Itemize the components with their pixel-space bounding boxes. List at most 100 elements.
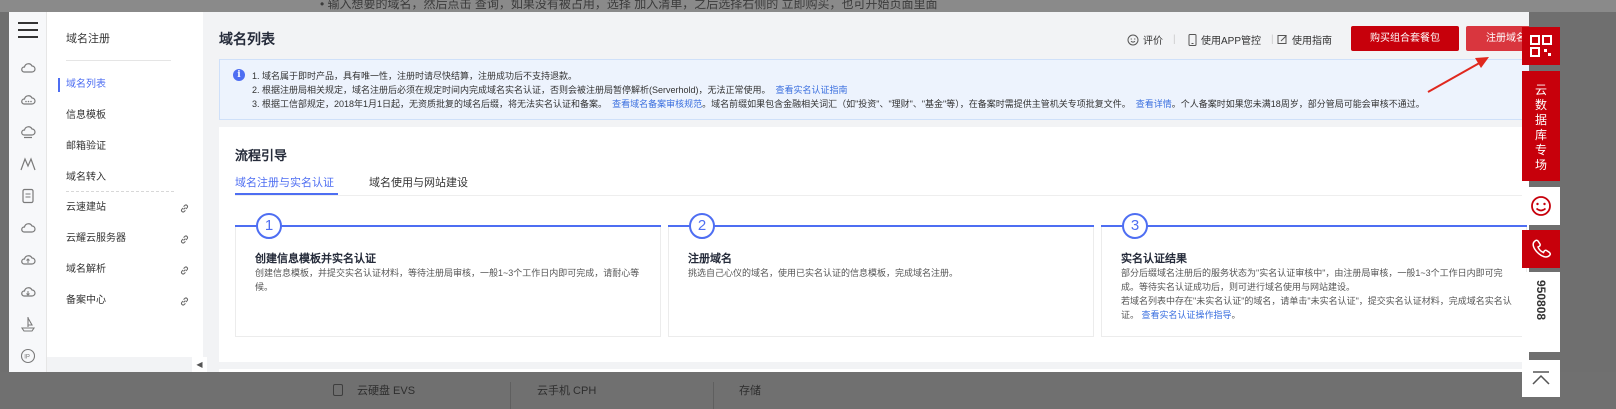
rate-link[interactable]: 评价 | <box>1127 32 1176 47</box>
cloud-icon[interactable] <box>20 60 36 76</box>
collapse-sidebar-button[interactable]: ◀ <box>192 357 207 372</box>
cloud-up-icon[interactable] <box>20 252 36 268</box>
cloud-server-icon[interactable] <box>20 124 36 140</box>
hotline-number-panel: 950808 <box>1522 272 1560 352</box>
nav-dashed-divider <box>66 191 174 192</box>
mountain-icon[interactable] <box>20 156 36 172</box>
info-icon: i <box>233 69 245 81</box>
realname-guide-link[interactable]: 查看实名认证指南 <box>776 85 848 95</box>
nav-title: 域名注册 <box>66 33 110 45</box>
cloud-outline-icon[interactable] <box>20 220 36 236</box>
notice-line-3-middle: 。域名前缀如果包含金融相关词汇（如"投资"、"理财"、"基金"等），在备案时需提… <box>702 99 1131 109</box>
nav-item-label: 域名解析 <box>66 264 106 275</box>
document-icon[interactable] <box>20 188 36 204</box>
qr-code-button[interactable] <box>1522 27 1560 65</box>
step-number: 2 <box>689 213 715 239</box>
domain-nav-sidebar: 域名注册 域名列表 信息模板 邮箱验证 域名转入 云速建站 云耀云服务器 域名解… <box>47 12 203 357</box>
nav-item-icp-center[interactable]: 备案中心 <box>66 291 192 311</box>
notice-line-1: 1. 域名属于即时产品，具有唯一性，注册时请尽快结算，注册成功后不支持退款。 <box>252 71 578 81</box>
background-card-cph: 云手机 CPH <box>537 385 597 397</box>
step-description: 挑选自己心仪的域名，使用已实名认证的信息模板，完成域名注册。 <box>688 268 959 278</box>
phone-device-icon <box>1188 33 1197 46</box>
background-divider <box>510 382 511 409</box>
background-card-storage: 存储 <box>739 385 761 397</box>
details-link[interactable]: 查看详情 <box>1136 99 1172 109</box>
realname-operation-link[interactable]: 查看实名认证操作指导 <box>1142 310 1232 320</box>
page-title: 域名列表 <box>219 31 275 47</box>
notice-line-3: 3. 根据工信部规定，2018年1月1日起，无资质批复的域名后缀，将无法实名认证… <box>252 97 1425 110</box>
cloud-dots-icon[interactable] <box>20 92 36 108</box>
annotation-arrow-icon <box>1427 57 1489 93</box>
step-card: 2 注册域名 挑选自己心仪的域名，使用已实名认证的信息模板，完成域名注册。 <box>668 213 1094 337</box>
step-number: 3 <box>1122 213 1148 239</box>
nav-divider <box>66 60 171 61</box>
background-page-top: • 输入想要的域名，然后点击 查询，如果没有被占用，选择 加入清单，之后选择右侧… <box>0 0 1616 12</box>
step-description-text: 部分后缀域名注册后的服务状态为"实名认证审核中"，由注册局审核，一般1~3个工作… <box>1121 268 1503 292</box>
page-header: 域名列表 评价 | 使用APP管控 | 使用指南 购买组合套餐包 注册域名 <box>209 12 1529 57</box>
nav-item-cloud-server[interactable]: 云耀云服务器 <box>66 229 192 249</box>
link-icon <box>180 297 189 306</box>
nav-item-info-template[interactable]: 信息模板 <box>66 106 192 126</box>
cloud-database-promo-label: 云数据库专场 <box>1534 83 1547 172</box>
header-separator: | <box>1271 34 1274 45</box>
notice-line-2: 2. 根据注册局相关规定，域名注册后必须在规定时间内完成域名实名认证，否则会被注… <box>252 83 848 96</box>
background-card-evs: 云硬盘 EVS <box>357 385 416 397</box>
step-description-tail: 。 <box>1231 310 1241 320</box>
nav-item-label: 备案中心 <box>66 295 106 306</box>
ip-icon[interactable]: IP <box>20 348 36 364</box>
smile-icon <box>1127 34 1139 45</box>
step-title: 实名认证结果 <box>1121 253 1187 265</box>
icp-review-link[interactable]: 查看域名备案审核规范 <box>612 99 702 109</box>
nav-item-dns[interactable]: 域名解析 <box>66 260 192 280</box>
nav-item-domain-list[interactable]: 域名列表 <box>66 75 192 95</box>
smile-face-icon <box>1531 196 1551 216</box>
header-separator: | <box>1173 34 1176 45</box>
rate-label: 评价 <box>1143 36 1163 47</box>
hotline-number: 950808 <box>1534 280 1548 321</box>
nav-item-label: 云速建站 <box>66 202 106 213</box>
back-to-top-icon <box>1532 371 1550 385</box>
qr-code-icon <box>1530 35 1552 57</box>
nav-item-label: 域名列表 <box>66 79 106 90</box>
svg-text:IP: IP <box>24 355 30 361</box>
domain-console-window: IP 域名注册 域名列表 信息模板 邮箱验证 域名转入 云速建站 云耀云服务器 … <box>9 12 1529 372</box>
step-progress-line <box>235 225 661 227</box>
step-progress-line <box>668 225 1094 227</box>
guide-link[interactable]: 使用指南 <box>1277 32 1332 47</box>
back-to-top-button[interactable] <box>1522 360 1560 397</box>
step-title: 创建信息模板并实名认证 <box>255 253 376 265</box>
nav-item-label: 云耀云服务器 <box>66 233 126 244</box>
notice-line-3-text: 3. 根据工信部规定，2018年1月1日起，无资质批复的域名后缀，将无法实名认证… <box>252 99 608 109</box>
step-number: 1 <box>256 213 282 239</box>
ship-icon[interactable] <box>20 316 36 332</box>
main-content: 域名列表 评价 | 使用APP管控 | 使用指南 购买组合套餐包 注册域名 i 1.… <box>209 12 1529 372</box>
step-progress-line <box>1101 225 1527 227</box>
nav-item-label: 信息模板 <box>66 110 106 121</box>
background-divider <box>713 382 714 409</box>
menu-icon[interactable] <box>18 22 38 40</box>
notice-line-2-text: 2. 根据注册局相关规定，域名注册后必须在规定时间内完成域名实名认证，否则会被注… <box>252 85 771 95</box>
background-page-bottom: 云硬盘 EVS 云手机 CPH 存储 <box>0 372 1616 409</box>
link-icon <box>180 204 189 213</box>
tab-usage-website[interactable]: 域名使用与网站建设 <box>369 174 468 190</box>
icon-rail: IP <box>9 12 47 372</box>
nav-item-email-verify[interactable]: 邮箱验证 <box>66 137 192 157</box>
step-description: 创建信息模板，并提交实名认证材料，等待注册局审核，一般1~3个工作日内即可完成，… <box>255 268 640 292</box>
app-manage-link[interactable]: 使用APP管控 | <box>1188 32 1274 47</box>
flow-title: 流程引导 <box>235 148 288 163</box>
cloud-database-promo-button[interactable]: 云数据库专场 <box>1522 71 1560 181</box>
active-tab-underline <box>235 193 338 195</box>
link-icon <box>180 266 189 275</box>
step-description: 部分后缀域名注册后的服务状态为"实名认证审核中"，由注册局审核，一般1~3个工作… <box>1121 266 1513 322</box>
cloud-down-icon[interactable] <box>20 284 36 300</box>
nav-active-indicator <box>58 78 60 92</box>
buy-combo-button[interactable]: 购买组合套餐包 <box>1351 26 1459 51</box>
tab-register-realname[interactable]: 域名注册与实名认证 <box>235 174 334 190</box>
nav-item-site-builder[interactable]: 云速建站 <box>66 198 192 218</box>
app-manage-label: 使用APP管控 <box>1201 36 1262 47</box>
feedback-button[interactable] <box>1522 187 1560 225</box>
nav-item-domain-transfer[interactable]: 域名转入 <box>66 168 192 188</box>
phone-contact-button[interactable] <box>1522 230 1560 268</box>
register-domain-button[interactable]: 注册域名 <box>1466 26 1529 51</box>
guide-label: 使用指南 <box>1292 36 1332 47</box>
